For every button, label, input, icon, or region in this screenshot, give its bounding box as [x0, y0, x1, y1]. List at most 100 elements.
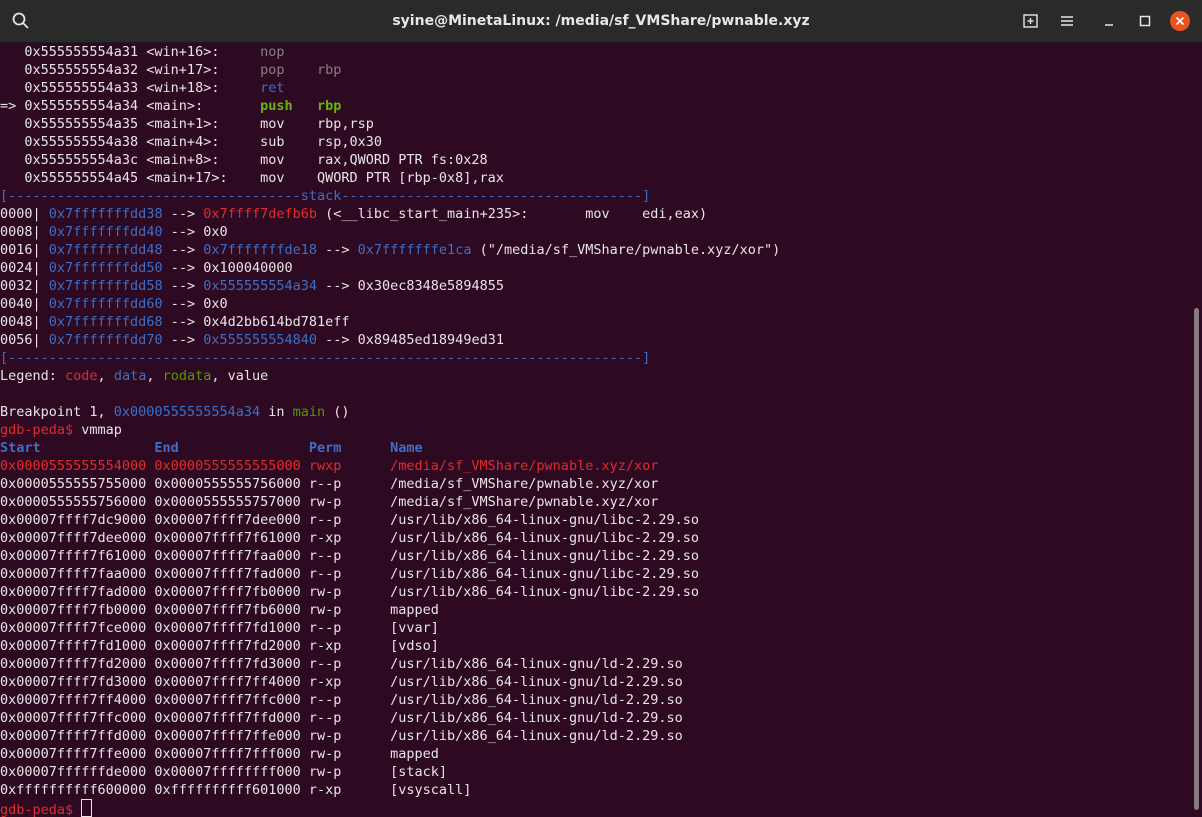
terminal-text: 0056|	[0, 332, 49, 348]
terminal-text: 0x00007ffffffde000 0x00007ffffffff000 rw…	[0, 764, 448, 780]
terminal-text: 0048|	[0, 314, 49, 330]
terminal-text: -->	[162, 332, 204, 348]
terminal-text: 0x7ffff7defb6b	[203, 206, 318, 222]
terminal-text: 0x7fffffffde18	[203, 242, 318, 258]
minimize-icon[interactable]	[1099, 11, 1119, 31]
terminal-text: 0x0000555555755000 0x0000555555756000 r-…	[0, 476, 659, 492]
terminal-line: 0040| 0x7fffffffdd60 --> 0x0	[0, 295, 1192, 313]
terminal-text: (<__libc_start_main+235>: mov edi,eax)	[317, 206, 708, 222]
terminal-text: -->	[162, 206, 204, 222]
terminal-line: 0x00007ffff7ffe000 0x00007ffff7fff000 rw…	[0, 745, 1192, 763]
terminal-line: 0048| 0x7fffffffdd68 --> 0x4d2bb614bd781…	[0, 313, 1192, 331]
terminal-text: -->	[162, 278, 204, 294]
terminal-line: 0x00007ffff7fd3000 0x00007ffff7ff4000 r-…	[0, 673, 1192, 691]
terminal-line: 0x00007ffff7faa000 0x00007ffff7fad000 r-…	[0, 565, 1192, 583]
terminal-text: 0x00007ffff7fd2000 0x00007ffff7fd3000 r-…	[0, 656, 683, 672]
terminal-text: 0x555555554a34	[203, 278, 318, 294]
menu-icon[interactable]	[1057, 11, 1077, 31]
terminal-line: 0x555555554a32 <win+17>: pop rbp	[0, 61, 1192, 79]
terminal-output[interactable]: 0x555555554a31 <win+16>: nop 0x555555554…	[0, 43, 1192, 817]
terminal-line: 0x00007ffff7f61000 0x00007ffff7faa000 r-…	[0, 547, 1192, 565]
terminal-text: 0x7fffffffdd70	[48, 332, 163, 348]
text-cursor	[81, 799, 93, 817]
terminal-line: 0x555555554a33 <win+18>: ret	[0, 79, 1192, 97]
terminal-text: 0040|	[0, 296, 49, 312]
terminal-text: 0x555555554a45 <main+17>: mov QWORD PTR …	[0, 170, 504, 186]
terminal-line: 0xffffffffff600000 0xffffffffff601000 r-…	[0, 781, 1192, 799]
terminal-text: --> 0x0	[162, 224, 228, 240]
terminal-text: 0x00007ffff7faa000 0x00007ffff7fad000 r-…	[0, 566, 699, 582]
terminal-text: in	[260, 404, 293, 420]
terminal-line: Legend: code, data, rodata, value	[0, 367, 1192, 385]
terminal-text: code	[65, 368, 98, 384]
terminal-text: main	[292, 404, 326, 420]
terminal-text: 0x0000555555554a34	[113, 404, 261, 420]
close-icon[interactable]	[1170, 11, 1190, 31]
terminal-text: 0x00007ffff7fd3000 0x00007ffff7ff4000 r-…	[0, 674, 683, 690]
terminal-line: Start End Perm Name	[0, 439, 1192, 457]
terminal-text: gdb-peda$	[0, 802, 82, 817]
terminal-text: [---------------------------------------…	[0, 350, 651, 366]
terminal-line: 0x00007ffff7fce000 0x00007ffff7fd1000 r-…	[0, 619, 1192, 637]
terminal-text: Start End Perm Name	[0, 440, 423, 456]
terminal-text: 0000|	[0, 206, 49, 222]
terminal-text: Breakpoint 1,	[0, 404, 114, 420]
terminal-line: 0x00007ffff7ffd000 0x00007ffff7ffe000 rw…	[0, 727, 1192, 745]
terminal-line: 0x555555554a38 <main+4>: sub rsp,0x30	[0, 133, 1192, 151]
scrollbar-thumb[interactable]	[1194, 308, 1199, 810]
scrollbar[interactable]	[1192, 43, 1202, 817]
terminal-line: [---------------------------------------…	[0, 349, 1192, 367]
terminal-text: Legend:	[0, 368, 66, 384]
title-bar: syine@MinetaLinux: /media/sf_VMShare/pwn…	[0, 0, 1202, 43]
terminal-text: 0x00007ffff7dee000 0x00007ffff7f61000 r-…	[0, 530, 699, 546]
terminal-text: ()	[325, 404, 350, 420]
terminal-text: --> 0x30ec8348e5894855	[317, 278, 504, 294]
maximize-icon[interactable]	[1135, 11, 1155, 31]
terminal-line: 0x555555554a3c <main+8>: mov rax,QWORD P…	[0, 151, 1192, 169]
terminal-text: 0x555555554840	[203, 332, 318, 348]
terminal-line: 0x00007ffff7fd2000 0x00007ffff7fd3000 r-…	[0, 655, 1192, 673]
terminal-text: pop rbp	[260, 62, 342, 78]
terminal-text: => 0x555555554a34 <main>:	[0, 98, 261, 114]
terminal-line: 0016| 0x7fffffffdd48 --> 0x7fffffffde18 …	[0, 241, 1192, 259]
terminal-text: data	[113, 368, 147, 384]
terminal-line: 0032| 0x7fffffffdd58 --> 0x555555554a34 …	[0, 277, 1192, 295]
terminal-text: 0x555555554a35 <main+1>: mov rbp,rsp	[0, 116, 374, 132]
terminal-line: 0x0000555555554000 0x0000555555555000 rw…	[0, 457, 1192, 475]
terminal-line: 0x00007ffffffde000 0x00007ffffffff000 rw…	[0, 763, 1192, 781]
terminal-text: push rbp	[260, 98, 342, 114]
terminal-line: 0x555555554a31 <win+16>: nop	[0, 43, 1192, 61]
terminal-text: nop	[260, 44, 285, 60]
terminal-text: 0x00007ffff7fb0000 0x00007ffff7fb6000 rw…	[0, 602, 439, 618]
terminal-text: 0x7fffffffdd48	[48, 242, 163, 258]
terminal-text: 0x555555554a32 <win+17>:	[0, 62, 261, 78]
terminal-text: 0x7fffffffdd58	[48, 278, 163, 294]
terminal-line: 0x00007ffff7fb0000 0x00007ffff7fb6000 rw…	[0, 601, 1192, 619]
terminal-line: => 0x555555554a34 <main>: push rbp	[0, 97, 1192, 115]
terminal-text: 0x00007ffff7fce000 0x00007ffff7fd1000 r-…	[0, 620, 439, 636]
terminal-text: 0032|	[0, 278, 49, 294]
terminal-text: --> 0x0	[162, 296, 228, 312]
terminal-text: 0x00007ffff7ffd000 0x00007ffff7ffe000 rw…	[0, 728, 683, 744]
terminal-line: 0x00007ffff7dee000 0x00007ffff7f61000 r-…	[0, 529, 1192, 547]
terminal-text: 0x555555554a3c <main+8>: mov rax,QWORD P…	[0, 152, 488, 168]
terminal-text: -->	[317, 242, 358, 258]
new-tab-icon[interactable]	[1021, 11, 1041, 31]
terminal-text: 0008|	[0, 224, 49, 240]
terminal-text: rodata	[162, 368, 212, 384]
terminal-line: 0x00007ffff7ffc000 0x00007ffff7ffd000 r-…	[0, 709, 1192, 727]
terminal-text: ,	[97, 368, 114, 384]
terminal-text: 0x555555554a38 <main+4>: sub rsp,0x30	[0, 134, 383, 150]
terminal-text: ret	[260, 80, 285, 96]
terminal-line: 0008| 0x7fffffffdd40 --> 0x0	[0, 223, 1192, 241]
terminal-text: , value	[211, 368, 269, 384]
terminal-text: 0x7fffffffdd40	[48, 224, 163, 240]
terminal-line: 0x0000555555756000 0x0000555555757000 rw…	[0, 493, 1192, 511]
terminal-line: 0x555555554a35 <main+1>: mov rbp,rsp	[0, 115, 1192, 133]
terminal-text: vmmap	[81, 422, 122, 438]
terminal-line: Breakpoint 1, 0x0000555555554a34 in main…	[0, 403, 1192, 421]
terminal-line: 0000| 0x7fffffffdd38 --> 0x7ffff7defb6b …	[0, 205, 1192, 223]
terminal-text: gdb-peda$	[0, 422, 82, 438]
terminal-line: 0024| 0x7fffffffdd50 --> 0x100040000	[0, 259, 1192, 277]
